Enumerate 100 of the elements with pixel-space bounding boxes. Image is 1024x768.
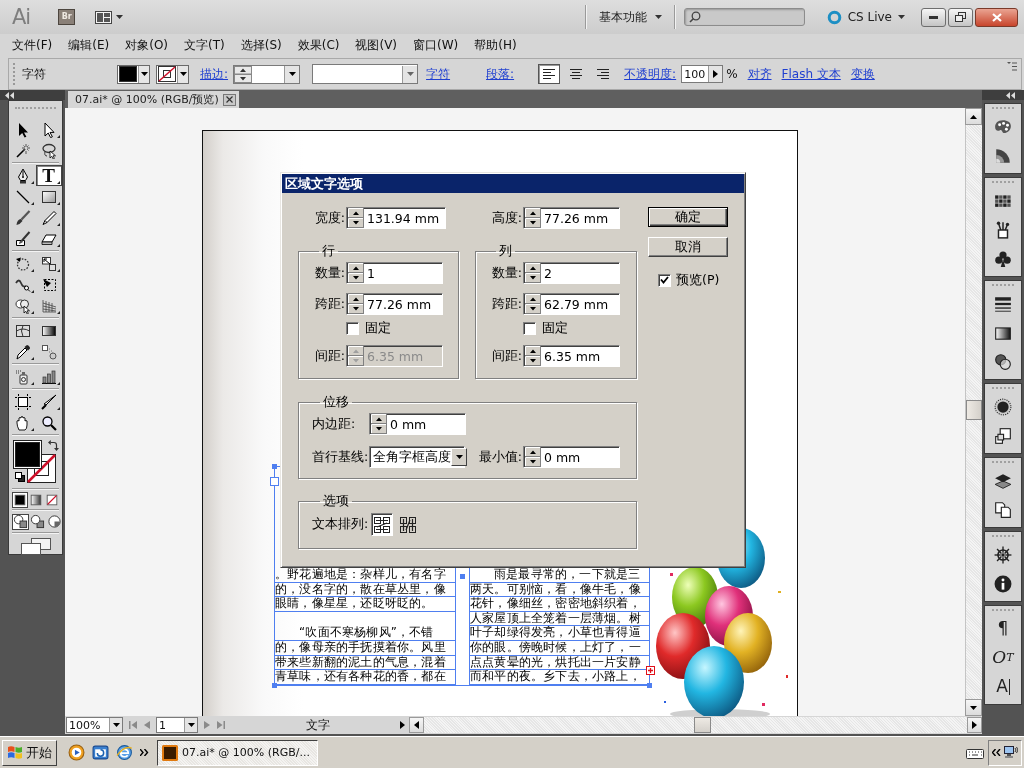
spinner-arrows[interactable] (371, 414, 387, 434)
default-colors-icon[interactable] (15, 472, 25, 482)
stroke-dropdown[interactable] (156, 64, 189, 84)
layers-icon[interactable] (994, 471, 1012, 490)
fill-swatch[interactable] (13, 440, 42, 469)
grip-handle[interactable] (992, 461, 1014, 464)
pages-icon[interactable] (994, 500, 1012, 519)
paragraph-link[interactable]: 段落: (486, 65, 515, 83)
panel-menu-icon[interactable] (1007, 62, 1017, 71)
tab-close-button[interactable] (222, 93, 236, 106)
scrollbar-thumb[interactable] (694, 717, 711, 733)
restore-button[interactable] (948, 7, 973, 27)
spinner-arrows[interactable] (525, 208, 541, 228)
menu-item[interactable]: 视图(V) (347, 34, 406, 56)
checkbox-label[interactable]: 固定 (542, 319, 568, 337)
character-panel-button[interactable]: A (995, 675, 1011, 698)
start-button[interactable]: 开始 (2, 739, 57, 766)
grip-handle[interactable] (992, 387, 1014, 390)
double-chevron-icon[interactable] (140, 749, 149, 756)
grip-handle[interactable] (992, 181, 1014, 184)
spinner-arrows[interactable] (348, 263, 364, 283)
scroll-left-button[interactable] (409, 717, 424, 733)
browser-window-icon[interactable] (92, 744, 109, 761)
spinner-arrows[interactable] (525, 263, 541, 283)
panel-link[interactable]: Flash 文本 (781, 65, 841, 83)
first-baseline-dropdown[interactable]: 全角字框高度 (369, 446, 465, 468)
selection-handle[interactable] (272, 683, 277, 688)
overflow-plus-icon[interactable] (646, 666, 655, 675)
menu-item[interactable]: 选择(S) (232, 34, 290, 56)
grip-handle[interactable] (992, 284, 1014, 287)
taskbar-button[interactable]: 07.ai* @ 100% (RGB/... (157, 739, 318, 766)
double-chevron-icon[interactable] (992, 749, 1001, 756)
stacked-squares-icon[interactable] (994, 426, 1012, 445)
stroke-weight-field[interactable] (233, 64, 301, 84)
menu-item[interactable]: 效果(C) (289, 34, 348, 56)
play-circle-icon[interactable] (68, 744, 85, 761)
draw-mode-button[interactable] (12, 513, 29, 530)
grip-handle[interactable] (15, 107, 56, 111)
arrange-documents-button[interactable] (95, 10, 124, 24)
minimize-button[interactable] (921, 7, 946, 27)
workspace-switcher[interactable]: 基本功能 (598, 8, 662, 26)
opacity-link[interactable]: 不透明度: (624, 65, 677, 83)
spinner-arrows[interactable] (525, 346, 541, 366)
spinner-arrows[interactable] (525, 294, 541, 314)
type-tool[interactable]: T (35, 165, 62, 186)
document-tab[interactable]: 07.ai* @ 100% (RGB/预览) (68, 91, 239, 108)
menu-item[interactable]: 文字(T) (176, 34, 233, 56)
scroll-up-button[interactable] (965, 108, 982, 125)
character-link[interactable]: 字符 (426, 65, 451, 83)
brush-cup-icon[interactable] (994, 220, 1012, 239)
spinner-arrows[interactable] (234, 65, 253, 83)
menu-item[interactable]: 对象(O) (117, 34, 177, 56)
grip-handle[interactable] (992, 609, 1014, 612)
scroll-right-button[interactable] (967, 717, 982, 733)
grip-handle[interactable] (13, 63, 17, 85)
menu-item[interactable]: 编辑(E) (60, 34, 118, 56)
count-field[interactable]: 2 (523, 262, 620, 284)
color-mode-button[interactable] (12, 491, 28, 508)
collapse-icon[interactable] (5, 91, 14, 99)
info-icon[interactable] (994, 574, 1012, 593)
globe-icon[interactable] (116, 744, 133, 761)
zoom-field[interactable]: 100% (66, 717, 123, 733)
scroll-down-button[interactable] (965, 699, 982, 716)
search-field[interactable] (683, 8, 805, 26)
ok-button[interactable]: 确定 (648, 207, 728, 227)
paragraph-panel-button[interactable]: ¶ (996, 617, 1010, 640)
close-button[interactable] (975, 7, 1018, 27)
inset-field[interactable]: 0 mm (369, 413, 466, 435)
opacity-field[interactable]: 100 (681, 65, 724, 83)
draw-mode-button[interactable] (46, 513, 63, 530)
page-field[interactable]: 1 (156, 717, 198, 733)
checkbox[interactable] (523, 321, 536, 335)
text-flow-button[interactable] (371, 513, 393, 536)
style-dropdown[interactable] (312, 64, 419, 84)
palette-icon[interactable] (994, 117, 1012, 136)
in-port-icon[interactable] (270, 477, 279, 486)
stroke-link[interactable]: 描边: (200, 65, 229, 83)
grip-handle[interactable] (992, 535, 1014, 538)
cancel-button[interactable]: 取消 (648, 237, 728, 257)
minimum-field[interactable]: 0 mm (523, 446, 620, 468)
menu-item[interactable]: 窗口(W) (405, 34, 467, 56)
grip-handle[interactable] (992, 107, 1014, 110)
menu-item[interactable]: 文件(F) (4, 34, 61, 56)
club-icon[interactable] (994, 249, 1012, 268)
checkbox[interactable] (658, 273, 671, 287)
width-field[interactable]: 131.94 mm (346, 207, 446, 229)
span-field[interactable]: 77.26 mm (346, 293, 443, 315)
network-computer-icon[interactable] (1004, 746, 1018, 759)
dark-circle-icon[interactable] (994, 397, 1012, 416)
menu-item[interactable]: 帮助(H) (466, 34, 525, 56)
align-left-button[interactable] (538, 64, 561, 84)
draw-mode-button[interactable] (29, 513, 46, 530)
checkbox[interactable] (346, 321, 359, 335)
panel-link[interactable]: 对齐 (747, 65, 772, 83)
span-field[interactable]: 62.79 mm (523, 293, 620, 315)
ship-wheel-icon[interactable] (994, 545, 1012, 564)
screen-mode-icon[interactable] (20, 537, 51, 555)
fill-dropdown[interactable] (117, 64, 150, 84)
spinner-arrows[interactable] (525, 447, 541, 467)
cs-live-button[interactable]: CS Live (826, 9, 905, 25)
